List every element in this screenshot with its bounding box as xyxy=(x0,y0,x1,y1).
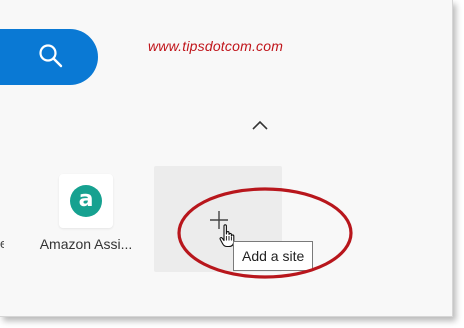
tile-icon-box: a xyxy=(59,174,113,228)
watermark: www.tipsdotcom.com xyxy=(148,38,284,54)
new-tab-page: www.tipsdotcom.com e a Amazon Assi... Ad… xyxy=(0,0,453,317)
search-button[interactable] xyxy=(0,29,98,85)
chevron-up-icon[interactable] xyxy=(250,118,270,132)
add-site-tooltip: Add a site xyxy=(233,241,314,271)
amazon-icon-letter: a xyxy=(78,187,94,212)
search-icon xyxy=(39,44,63,68)
tile-label: Amazon Assi... xyxy=(39,236,133,252)
top-site-tile-amazon-assistant[interactable]: a Amazon Assi... xyxy=(34,166,138,270)
amazon-a-icon: a xyxy=(70,185,102,217)
truncated-tile-label: e xyxy=(0,236,4,251)
